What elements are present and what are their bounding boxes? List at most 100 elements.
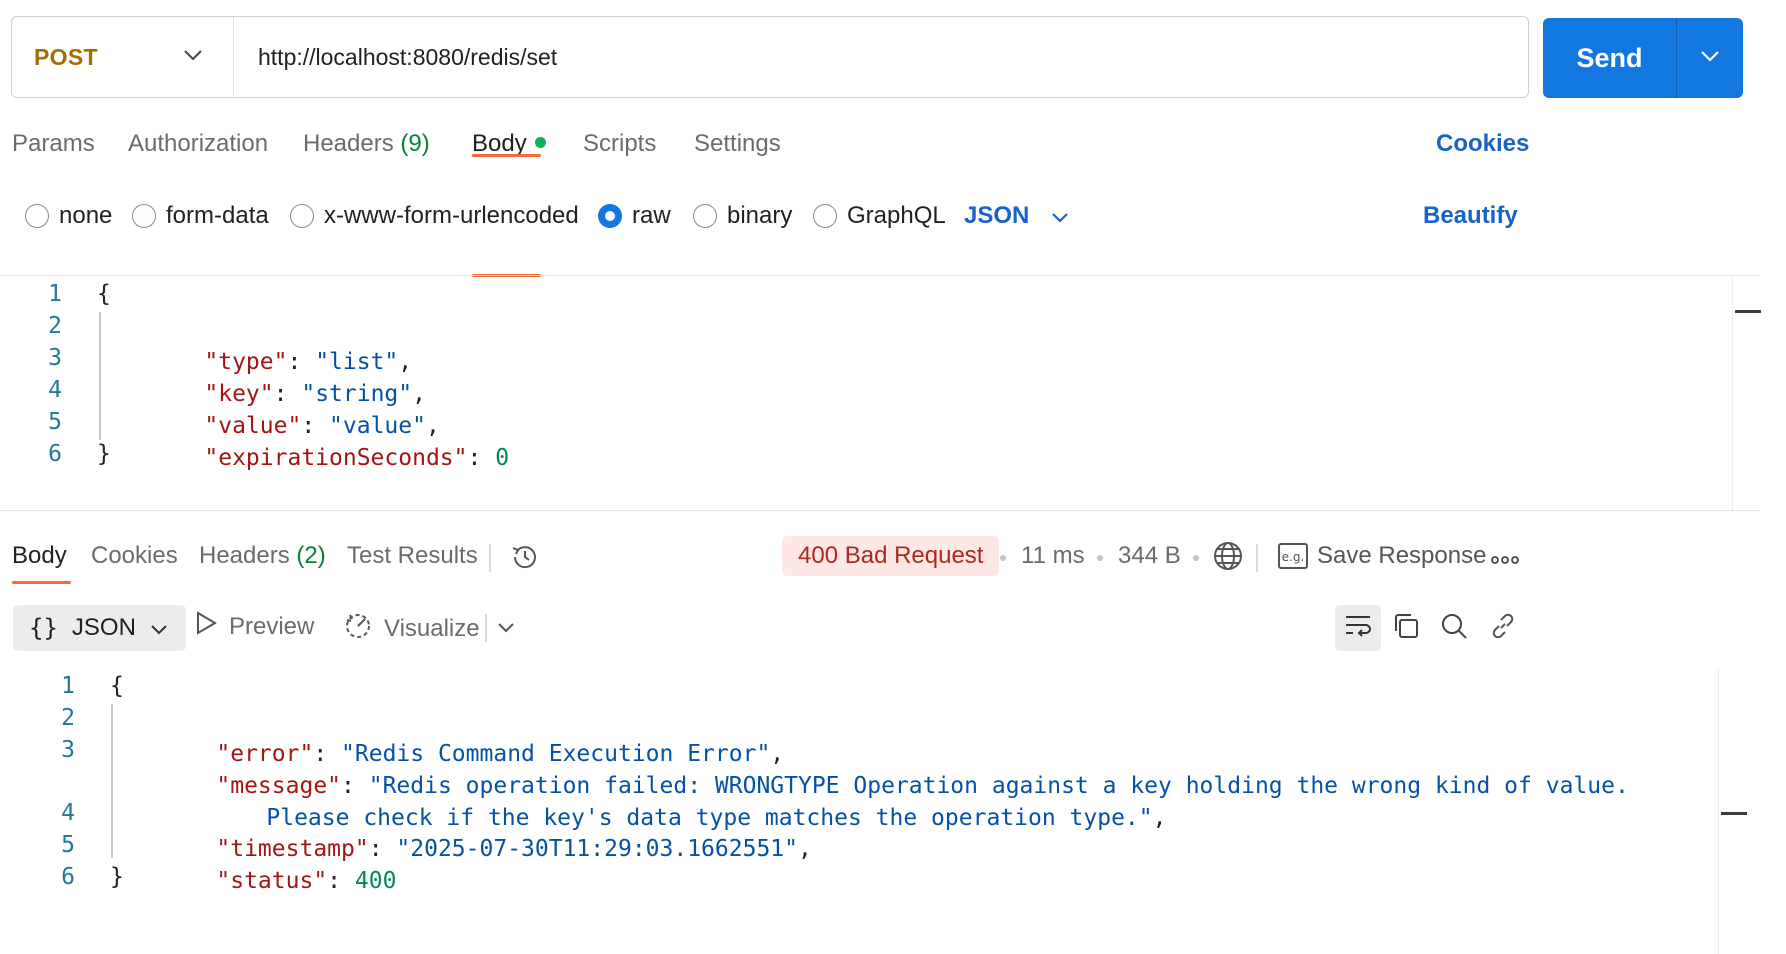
radio-form-data[interactable]: form-data <box>132 202 269 230</box>
separator-dot <box>1193 555 1199 561</box>
visualize-label: Visualize <box>384 614 480 642</box>
chevron-down-icon[interactable] <box>497 620 515 638</box>
method-label: POST <box>34 43 98 70</box>
editor-scrollbar[interactable] <box>1732 276 1761 510</box>
copy-link-button[interactable] <box>1480 605 1526 651</box>
radio-urlencoded[interactable]: x-www-form-urlencoded <box>290 202 579 230</box>
format-label: JSON <box>71 614 136 641</box>
line-number: 6 <box>48 441 62 467</box>
radio-raw[interactable]: raw <box>598 202 671 230</box>
scroll-marker <box>1721 812 1747 815</box>
radio-none[interactable]: none <box>25 202 112 230</box>
res-tab-test-results[interactable]: Test Results <box>347 542 478 570</box>
method-selector[interactable]: POST <box>12 17 234 97</box>
tab-body-label: Body <box>472 130 527 157</box>
json-key: "expirationSeconds" <box>204 445 468 471</box>
json-value: "2025-07-30T11:29:03.1662551" <box>396 836 798 862</box>
code-close-brace: } <box>110 864 124 890</box>
tab-params[interactable]: Params <box>12 130 95 158</box>
beautify-button[interactable]: Beautify <box>1423 202 1518 230</box>
request-url-bar: POST <box>11 16 1529 98</box>
chevron-down-icon <box>1700 49 1720 67</box>
code-line: "message": "Redis operation failed: WRON… <box>216 773 1629 799</box>
body-indicator-dot <box>534 137 546 149</box>
line-number: 1 <box>61 673 75 699</box>
res-tab-headers[interactable]: Headers (2) <box>199 542 326 570</box>
radio-circle <box>132 204 156 228</box>
json-value: 0 <box>495 445 510 471</box>
divider <box>485 614 487 642</box>
response-body-viewer[interactable]: 1 2 3 4 5 6 { "error": "Redis Command Ex… <box>0 668 1747 954</box>
json-value: 400 <box>354 868 397 894</box>
response-format-selector[interactable]: {} JSON <box>13 605 186 651</box>
scroll-marker <box>1735 310 1761 313</box>
indent-guide <box>111 704 113 858</box>
copy-button[interactable] <box>1383 605 1429 651</box>
globe-icon[interactable] <box>1212 540 1244 577</box>
res-tab-cookies[interactable]: Cookies <box>91 542 178 570</box>
more-options-icon[interactable] <box>1491 552 1519 570</box>
radio-binary[interactable]: binary <box>693 202 792 230</box>
visualize-button[interactable]: Visualize <box>344 611 480 646</box>
chevron-down-icon <box>150 614 168 642</box>
line-number: 3 <box>61 737 75 763</box>
wrap-lines-icon <box>1343 613 1373 644</box>
send-button-group: Send <box>1543 18 1743 98</box>
braces-icon: {} <box>29 614 58 642</box>
radio-circle <box>290 204 314 228</box>
language-label: JSON <box>964 202 1030 229</box>
save-response-button[interactable]: Save Response <box>1317 542 1486 570</box>
request-tabs: Params Authorization Headers (9) Body Sc… <box>0 120 1786 277</box>
res-tab-headers-label: Headers <box>199 542 290 569</box>
line-number: 4 <box>61 800 75 826</box>
language-selector[interactable]: JSON <box>964 202 1069 230</box>
status-badge[interactable]: 400 Bad Request <box>782 536 1000 576</box>
radio-graphql[interactable]: GraphQL <box>813 202 946 230</box>
tab-authorization[interactable]: Authorization <box>128 130 268 158</box>
radio-circle-selected <box>598 204 622 228</box>
request-body-editor[interactable]: 1 2 3 4 5 6 { "type": "list", "key": "st… <box>0 275 1761 511</box>
radio-graphql-label: GraphQL <box>847 202 946 229</box>
search-button[interactable] <box>1431 605 1477 651</box>
tab-settings[interactable]: Settings <box>694 130 781 158</box>
wrap-lines-button[interactable] <box>1335 605 1381 651</box>
code-line: "type": "list", <box>204 349 413 375</box>
json-key: "status" <box>216 868 328 894</box>
cookies-link[interactable]: Cookies <box>1436 130 1529 158</box>
tab-scripts[interactable]: Scripts <box>583 130 656 158</box>
divider <box>489 544 491 572</box>
response-time[interactable]: 11 ms <box>1021 542 1085 570</box>
code-open-brace: { <box>110 673 124 699</box>
svg-text:e.g.: e.g. <box>1282 550 1305 564</box>
preview-button[interactable]: Preview <box>195 611 314 642</box>
divider <box>1256 544 1258 572</box>
separator-dot <box>1000 555 1006 561</box>
active-tab-underline <box>472 154 541 157</box>
code-line: "timestamp": "2025-07-30T11:29:03.166255… <box>216 836 812 862</box>
active-tab-underline <box>12 581 71 584</box>
chevron-down-icon <box>1051 202 1069 230</box>
line-number: 5 <box>48 409 62 435</box>
body-type-selector: none form-data x-www-form-urlencoded raw… <box>0 190 1786 246</box>
radio-form-data-label: form-data <box>166 202 269 229</box>
link-icon <box>1489 612 1517 645</box>
line-number: 2 <box>61 705 75 731</box>
radio-urlencoded-label: x-www-form-urlencoded <box>324 202 579 229</box>
res-tab-body[interactable]: Body <box>12 542 67 570</box>
response-tabs: Body Cookies Headers (2) Test Results 40… <box>0 530 1786 584</box>
code-line: "expirationSeconds": 0 <box>204 445 510 471</box>
response-size[interactable]: 344 B <box>1118 542 1181 570</box>
history-icon[interactable] <box>510 542 540 577</box>
tab-headers[interactable]: Headers (9) <box>303 130 430 158</box>
url-input[interactable] <box>234 17 1528 97</box>
radio-circle <box>813 204 837 228</box>
code-line: "key": "string", <box>204 381 426 407</box>
res-tab-headers-count: (2) <box>296 542 326 569</box>
search-icon <box>1440 612 1468 645</box>
line-number: 4 <box>48 377 62 403</box>
indent-guide <box>99 312 101 440</box>
response-scrollbar[interactable] <box>1718 668 1747 954</box>
send-options-button[interactable] <box>1677 18 1743 98</box>
preview-label: Preview <box>229 612 315 640</box>
send-button[interactable]: Send <box>1543 18 1677 98</box>
